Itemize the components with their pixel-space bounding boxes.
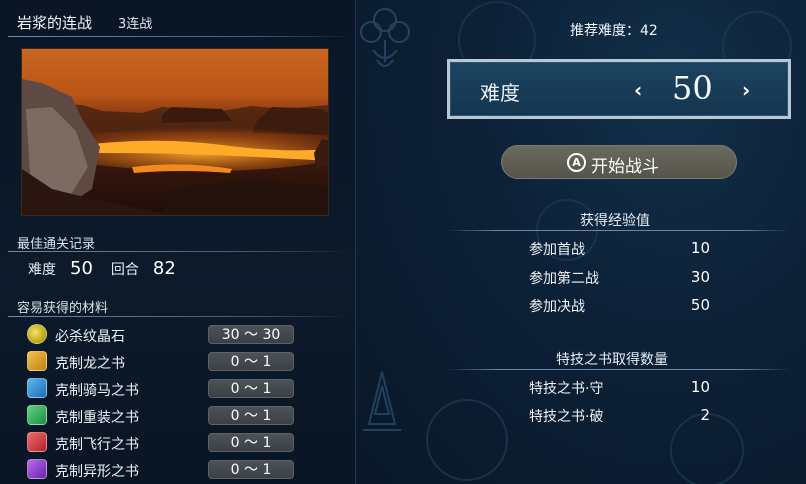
difficulty-selector[interactable]: 难度 ‹ 50 › <box>447 59 791 119</box>
exp-row-name: 参加首战 <box>529 242 585 258</box>
exp-row-name: 参加第二战 <box>529 271 599 287</box>
increase-difficulty-arrow-icon[interactable]: › <box>742 78 750 102</box>
skill-book-row-name: 特技之书·破 <box>529 409 604 425</box>
material-name: 克制异形之书 <box>55 464 139 480</box>
material-row: 克制骑马之书 0 ～ 1 <box>0 376 356 402</box>
material-row: 克制龙之书 0 ～ 1 <box>0 349 356 375</box>
material-row: 克制重装之书 0 ～ 1 <box>0 403 356 429</box>
material-range: 0 ～ 1 <box>208 352 294 371</box>
stage-subtitle: 3连战 <box>118 17 153 32</box>
materials-divider <box>8 316 354 317</box>
dragon-book-icon <box>27 351 47 371</box>
material-name: 必杀纹晶石 <box>55 329 125 345</box>
exp-divider <box>447 230 791 231</box>
best-difficulty-value: 50 <box>70 258 93 279</box>
exp-label: 获得经验值 <box>580 213 650 229</box>
material-range: 30 ～ 30 <box>208 325 294 344</box>
material-range: 0 ～ 1 <box>208 406 294 425</box>
best-turns-label: 回合 <box>110 262 139 278</box>
material-name: 克制飞行之书 <box>55 437 139 453</box>
material-range: 0 ～ 1 <box>208 379 294 398</box>
stage-title-bar: 岩浆的连战 3连战 <box>0 0 356 38</box>
material-name: 克制重装之书 <box>55 410 139 426</box>
skill-book-row-value: 10 <box>690 378 710 396</box>
best-difficulty-label: 难度 <box>28 262 56 278</box>
title-divider <box>8 36 354 37</box>
material-name: 克制龙之书 <box>55 356 125 372</box>
exp-row-value: 10 <box>690 239 710 257</box>
material-range: 0 ～ 1 <box>208 433 294 452</box>
best-record-row: 难度 50 回合 82 <box>28 258 194 280</box>
cavalry-book-icon <box>27 378 47 398</box>
skill-books-divider <box>447 369 791 370</box>
stage-preview-image <box>21 48 329 216</box>
exp-row-value: 50 <box>690 296 710 314</box>
best-record-label: 最佳通关记录 <box>17 237 96 252</box>
materials-label: 容易获得的材料 <box>17 301 109 316</box>
exp-row-value: 30 <box>690 268 710 286</box>
best-turns-value: 82 <box>152 258 176 279</box>
best-record-divider <box>8 251 354 252</box>
material-range: 0 ～ 1 <box>208 460 294 479</box>
difficulty-label: 难度 <box>480 81 520 105</box>
stage-title: 岩浆的连战 <box>17 14 93 32</box>
stage-info-panel: 岩浆的连战 3连战 最佳通关记录 难度 50 回合 82 容易获得的材料 必杀纹… <box>0 0 356 484</box>
skill-book-row-value: 2 <box>700 406 710 424</box>
material-row: 克制飞行之书 0 ～ 1 <box>0 430 356 456</box>
armor-book-icon <box>27 405 47 425</box>
material-name: 克制骑马之书 <box>55 383 139 399</box>
monster-book-icon <box>27 459 47 479</box>
material-row: 克制异形之书 0 ～ 1 <box>0 457 356 483</box>
difficulty-value: 50 <box>672 69 713 107</box>
material-row: 必杀纹晶石 30 ～ 30 <box>0 322 356 348</box>
battle-setup-panel: 推荐难度：42 难度 ‹ 50 › A 开始战斗 获得经验值 参加首战 10 参… <box>357 0 806 484</box>
flying-book-icon <box>27 432 47 452</box>
start-battle-label: 开始战斗 <box>591 157 659 177</box>
a-button-icon: A <box>567 153 586 172</box>
decrease-difficulty-arrow-icon[interactable]: ‹ <box>634 78 642 102</box>
exp-row-name: 参加决战 <box>529 299 585 315</box>
skill-book-row-name: 特技之书·守 <box>529 381 604 397</box>
recommended-difficulty: 推荐难度：42 <box>570 23 658 39</box>
skill-books-label: 特技之书取得数量 <box>556 352 668 368</box>
crystal-orb-icon <box>27 324 47 344</box>
start-battle-button[interactable]: A 开始战斗 <box>501 145 737 179</box>
